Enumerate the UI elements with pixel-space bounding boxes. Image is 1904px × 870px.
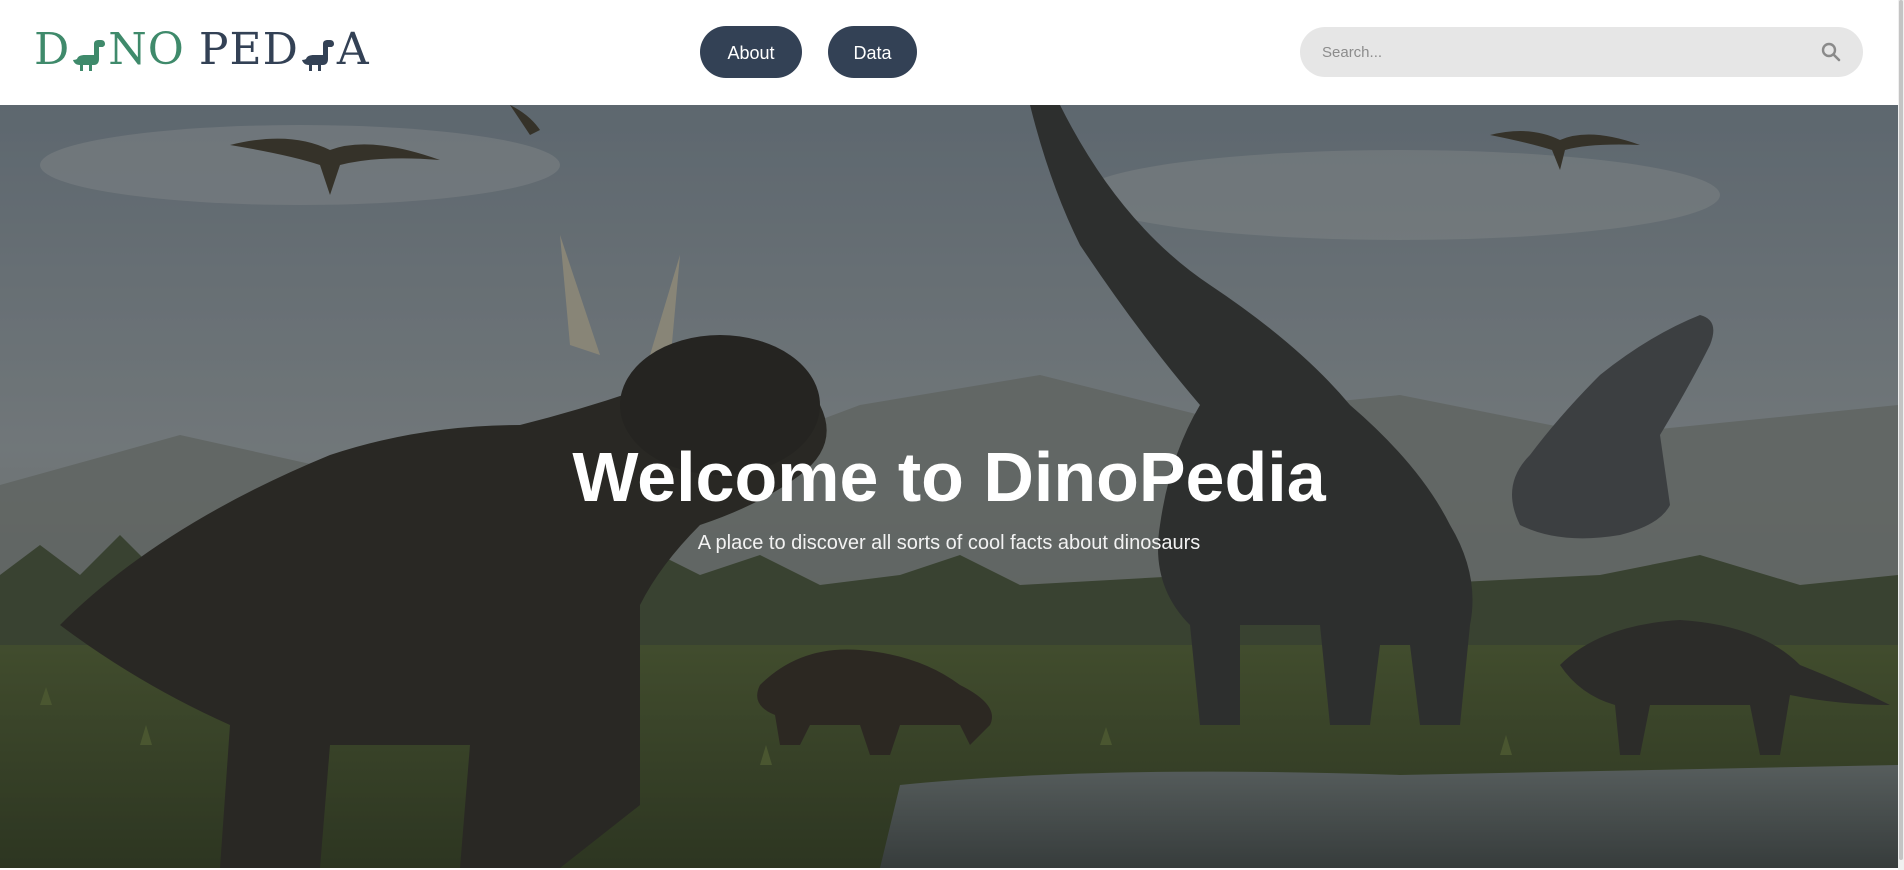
logo[interactable]: D NO PED A — [34, 22, 370, 78]
search-icon[interactable] — [1819, 40, 1843, 64]
about-button[interactable]: About — [700, 26, 802, 78]
scrollbar-thumb[interactable] — [1899, 0, 1903, 860]
vertical-scrollbar[interactable] — [1898, 0, 1904, 870]
logo-letter-d: D — [34, 24, 71, 75]
hero-title: Welcome to DinoPedia — [572, 438, 1326, 516]
logo-letter-a: A — [336, 24, 370, 75]
logo-letters-ped: PED — [198, 24, 299, 75]
data-button[interactable]: Data — [828, 26, 917, 78]
search-bar — [1300, 27, 1863, 77]
logo-letters-no: NO — [108, 24, 185, 75]
dinosaur-silhouette-icon — [299, 40, 334, 71]
site-header: D NO PED A About Data — [0, 0, 1898, 105]
logo-pedia-word: PED A — [199, 22, 370, 78]
page: D NO PED A About Data Search... Welcome … — [0, 0, 1904, 870]
search-input[interactable] — [1300, 27, 1819, 77]
hero-subtitle: A place to discover all sorts of cool fa… — [697, 532, 1201, 554]
dinosaur-silhouette-icon — [71, 40, 106, 71]
hero-banner: Welcome to DinoPedia A place to discover… — [0, 105, 1898, 868]
logo-dino-word: D NO — [34, 22, 185, 78]
